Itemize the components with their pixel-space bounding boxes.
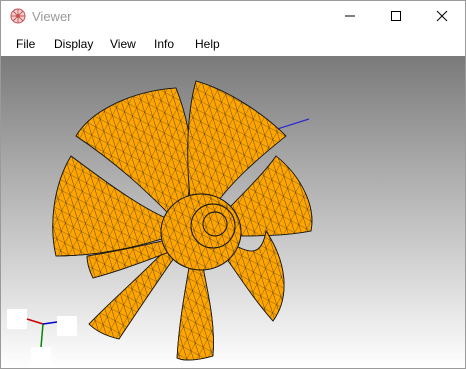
viewer-window: Viewer File Display View Info Help	[0, 0, 466, 369]
menu-view[interactable]: View	[110, 37, 136, 51]
menu-file[interactable]: File	[16, 37, 35, 51]
z-axis-line	[42, 321, 58, 325]
close-button[interactable]	[419, 1, 465, 31]
3d-viewport[interactable]	[1, 56, 465, 368]
maximize-icon	[391, 11, 401, 21]
menu-help[interactable]: Help	[195, 37, 220, 51]
minimize-button[interactable]	[327, 1, 373, 31]
maximize-button[interactable]	[373, 1, 419, 31]
minimize-icon	[345, 15, 355, 17]
y-axis-line	[40, 323, 44, 348]
x-axis-line	[26, 318, 44, 325]
app-icon	[10, 8, 26, 24]
menu-bar: File Display View Info Help	[1, 32, 465, 56]
title-bar[interactable]: Viewer	[1, 1, 465, 31]
menu-info[interactable]: Info	[154, 37, 174, 51]
menu-display[interactable]: Display	[54, 37, 93, 51]
fan-model-render	[7, 80, 313, 367]
close-icon	[436, 10, 448, 22]
window-title: Viewer	[32, 9, 72, 24]
fan-hub	[160, 193, 242, 271]
axis-triad	[7, 309, 77, 367]
